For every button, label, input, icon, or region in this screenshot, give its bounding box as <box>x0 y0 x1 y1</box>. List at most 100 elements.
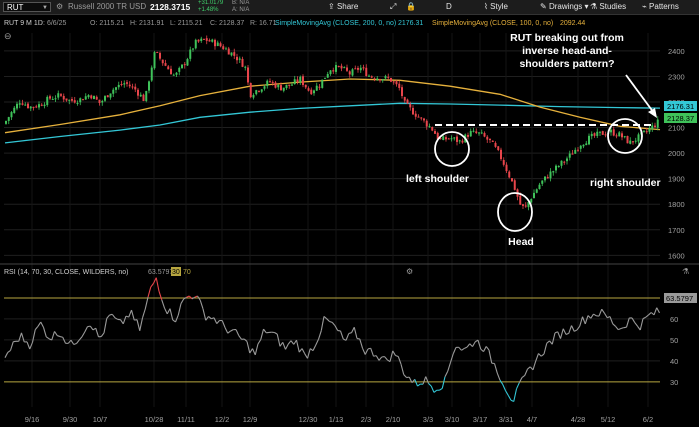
rsi-segment-156 <box>430 385 435 393</box>
svg-text:2176.31: 2176.31 <box>667 102 694 111</box>
price-chart[interactable]: 160017001800190020002100220023002400 RUT… <box>0 15 699 427</box>
ohlc-low: L: 2115.21 <box>170 20 203 27</box>
rsi-tick-2: 50 <box>670 336 678 345</box>
candle-body-92 <box>258 90 260 92</box>
candle-body-105 <box>293 79 296 84</box>
studies-button[interactable]: ⚗ Studies <box>590 1 626 13</box>
arrow-head-icon <box>648 108 657 118</box>
style-button[interactable]: ⌇ Style <box>484 1 508 13</box>
candle-body-14 <box>43 104 46 107</box>
rsi-segment-139 <box>384 356 388 361</box>
rsi-segment-56 <box>155 277 160 292</box>
rsi-segment-161 <box>444 371 449 378</box>
candle-body-159 <box>442 136 445 141</box>
chevron-down-icon[interactable]: ▼ <box>42 3 48 13</box>
candle-body-51 <box>145 90 148 101</box>
candle-body-7 <box>24 104 27 106</box>
symbol-info-icon[interactable]: ⚙ <box>56 2 63 12</box>
candle-body-25 <box>73 100 76 103</box>
rsi-segment-222 <box>612 323 616 327</box>
candle-body-203 <box>563 161 566 163</box>
rsi-segment-36 <box>100 332 105 337</box>
candle-body-169 <box>469 130 472 137</box>
flask-icon[interactable]: ⚗ <box>682 267 689 276</box>
rsi-segment-94 <box>260 328 265 340</box>
date-tick-4: 11/11 <box>177 415 195 424</box>
rsi-segment-215 <box>593 313 597 317</box>
callout-line-1: RUT breaking out from <box>510 32 624 44</box>
candle-body-229 <box>634 140 637 142</box>
drawings-label: Drawings <box>548 2 583 11</box>
rsi-segment-151 <box>417 383 421 387</box>
candle-body-112 <box>313 90 315 94</box>
price-tick-5: 2100 <box>668 124 685 133</box>
candle-body-204 <box>566 158 568 162</box>
price-tick-1: 1700 <box>668 226 685 235</box>
candle-body-32 <box>93 95 95 100</box>
candle-body-46 <box>131 86 134 88</box>
rsi-segment-74 <box>205 316 209 321</box>
date-tick-12: 3/10 <box>445 415 460 424</box>
share-button[interactable]: ⇪ Share <box>328 1 358 13</box>
rsi-segment-119 <box>329 320 333 323</box>
candle-body-125 <box>348 71 351 75</box>
rsi-segment-57 <box>158 291 163 301</box>
candle-body-63 <box>178 67 181 72</box>
symbol-value: RUT <box>7 3 24 12</box>
candle-body-49 <box>139 94 142 97</box>
candle-body-191 <box>530 199 533 203</box>
candle-body-223 <box>618 132 621 137</box>
rsi-segment-223 <box>615 325 619 331</box>
rsi-segment-81 <box>224 327 229 334</box>
candle-body-114 <box>318 86 321 88</box>
rsi-segment-105 <box>290 340 295 345</box>
candle-body-11 <box>35 106 38 108</box>
expand-button[interactable]: ⤢ <box>390 1 396 13</box>
candle-body-117 <box>326 74 329 78</box>
candle-body-109 <box>304 84 307 88</box>
share-label: Share <box>336 2 359 11</box>
rsi-segment-107 <box>295 340 300 353</box>
candle-body-210 <box>582 144 585 147</box>
candle-body-165 <box>458 140 461 142</box>
candle-body-74 <box>208 40 211 42</box>
rsi-segment-238 <box>656 307 660 314</box>
rsi-segment-38 <box>106 314 110 319</box>
rsi-segment-89 <box>246 341 251 354</box>
chart-toolbar: RUT ▼ ⚙ Russell 2000 TR USD 2128.3715 +31… <box>0 0 699 15</box>
lock-button[interactable]: 🔒 <box>406 1 416 13</box>
candle-body-234 <box>648 128 651 132</box>
settings-gear-icon[interactable]: ⚙ <box>406 267 413 276</box>
rsi-segment-189 <box>521 375 526 379</box>
candle-body-111 <box>310 89 313 95</box>
rsi-segment-21 <box>59 336 63 338</box>
candle-body-23 <box>68 99 71 101</box>
candle-body-97 <box>271 81 274 83</box>
candle-body-215 <box>596 131 599 136</box>
period-button[interactable]: D <box>446 1 452 13</box>
symbol-input[interactable]: RUT ▼ <box>3 2 51 12</box>
rsi-segment-182 <box>502 384 507 391</box>
candle-body-2 <box>10 112 13 118</box>
date-tick-6: 12/9 <box>243 415 258 424</box>
rsi-segment-91 <box>251 348 256 356</box>
rsi-segment-184 <box>507 395 512 401</box>
candle-body-205 <box>568 153 571 158</box>
candle-body-227 <box>629 140 632 144</box>
candle-body-126 <box>351 69 354 76</box>
candle-body-96 <box>269 81 271 83</box>
candle-body-236 <box>654 125 656 128</box>
rsi-segment-31 <box>87 325 91 328</box>
date-tick-13: 3/17 <box>473 415 488 424</box>
patterns-button[interactable]: ⌁ Patterns <box>642 1 679 13</box>
candle-body-44 <box>126 82 128 84</box>
candle-body-65 <box>183 64 186 66</box>
rsi-segment-64 <box>177 303 182 316</box>
rsi-segment-136 <box>375 355 380 361</box>
candle-body-98 <box>274 82 277 88</box>
rsi-segment-157 <box>433 389 438 393</box>
drawings-button[interactable]: ✎ Drawings ▾ <box>540 1 589 13</box>
rsi-segment-27 <box>76 339 80 344</box>
collapse-icon[interactable]: ⊖ <box>4 31 12 41</box>
rsi-segment-2 <box>7 349 11 353</box>
